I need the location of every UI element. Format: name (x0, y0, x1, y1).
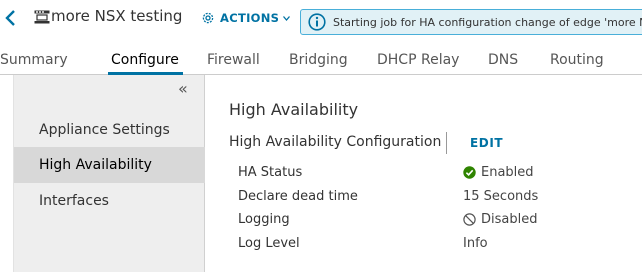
sidebar-item-interfaces[interactable]: Interfaces (14, 183, 205, 219)
actions-label: ACTIONS (220, 11, 280, 25)
tab-dhcp-relay[interactable]: DHCP Relay (377, 52, 459, 68)
tab-bridging[interactable]: Bridging (289, 52, 348, 68)
ha-status-label: HA Status (238, 165, 303, 180)
section-heading: High Availability (229, 100, 359, 119)
edit-button[interactable]: EDIT (470, 136, 503, 150)
sidebar-item-label: High Availability (39, 157, 152, 173)
banner-message: Starting job for HA configuration change… (333, 16, 642, 29)
tab-firewall[interactable]: Firewall (207, 52, 260, 68)
sidebar-item-label: Appliance Settings (39, 122, 170, 138)
logging-text: Disabled (481, 212, 538, 227)
actions-menu-button[interactable]: ACTIONS (201, 10, 291, 26)
sidebar-item-appliance-settings[interactable]: Appliance Settings (14, 112, 205, 148)
section-subheading: High Availability Configuration (229, 134, 442, 150)
info-banner: Starting job for HA configuration change… (300, 9, 642, 35)
page-title: more NSX testing (51, 7, 183, 25)
collapse-sidebar-icon[interactable]: « (178, 81, 188, 97)
divider (446, 132, 447, 154)
dead-time-value: 15 Seconds (463, 189, 539, 204)
ha-status-value: Enabled (463, 165, 534, 180)
header-bar: more NSX testing ACTIONS Starting job fo… (0, 0, 642, 38)
back-arrow-icon[interactable] (2, 8, 20, 28)
tab-dns[interactable]: DNS (488, 52, 518, 68)
gear-icon (202, 12, 214, 24)
logging-label: Logging (238, 212, 290, 227)
sidebar: « Appliance Settings High Availability I… (13, 75, 205, 272)
tab-routing[interactable]: Routing (550, 52, 604, 68)
tab-summary[interactable]: Summary (0, 52, 68, 68)
sidebar-item-high-availability[interactable]: High Availability (14, 147, 205, 183)
log-level-value: Info (463, 236, 488, 251)
logging-value: Disabled (463, 212, 537, 227)
ban-icon (463, 213, 476, 226)
check-circle-icon (463, 166, 476, 179)
dead-time-label: Declare dead time (238, 189, 358, 204)
info-icon (308, 13, 326, 31)
tab-bar: Summary Configure Firewall Bridging DHCP… (0, 44, 642, 75)
tab-configure[interactable]: Configure (111, 52, 179, 68)
ha-status-text: Enabled (481, 165, 534, 180)
chevron-down-icon (283, 15, 291, 21)
edge-gateway-icon (34, 10, 50, 24)
log-level-label: Log Level (238, 236, 300, 251)
sidebar-item-label: Interfaces (39, 193, 109, 209)
